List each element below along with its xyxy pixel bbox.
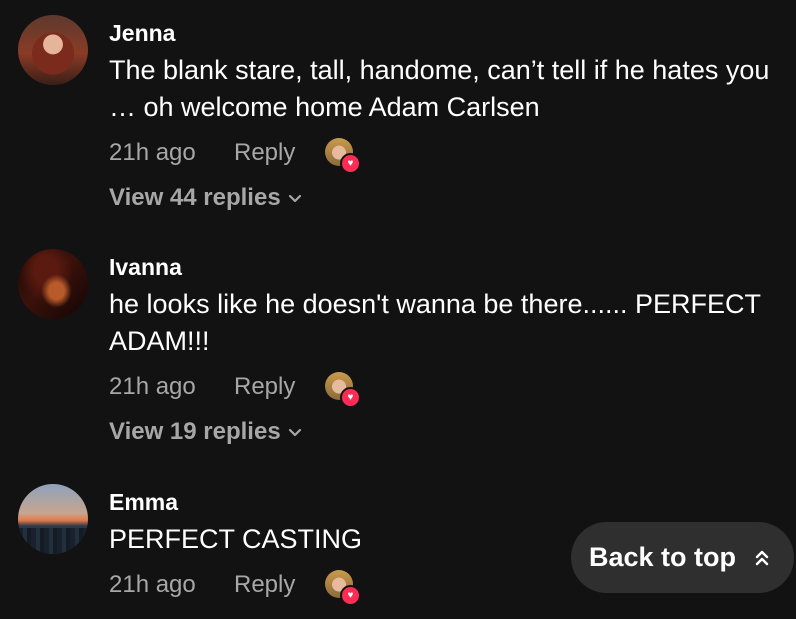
- heart-icon: ♥: [340, 153, 361, 174]
- comment-timestamp: 21h ago: [109, 571, 196, 598]
- avatar[interactable]: [18, 249, 88, 319]
- back-to-top-label: Back to top: [589, 542, 737, 572]
- comment-timestamp: 21h ago: [109, 139, 196, 166]
- chevron-down-icon: [288, 428, 301, 436]
- comment-username[interactable]: Ivanna: [109, 254, 182, 281]
- chevron-down-icon: [288, 194, 301, 202]
- view-replies-button[interactable]: View 19 replies: [109, 418, 303, 446]
- creator-liked-badge: ♥: [325, 570, 361, 606]
- avatar-image: [18, 528, 88, 554]
- comment-text: The blank stare, tall, handome, can’t te…: [109, 55, 770, 122]
- avatar[interactable]: [18, 484, 88, 554]
- reply-button[interactable]: Reply: [234, 373, 295, 401]
- back-to-top-button[interactable]: Back to top: [571, 522, 794, 593]
- comment-username[interactable]: Emma: [109, 489, 178, 516]
- view-replies-button[interactable]: View 44 replies: [109, 184, 303, 212]
- comment-timestamp: 21h ago: [109, 373, 196, 400]
- reply-button[interactable]: Reply: [234, 139, 295, 167]
- creator-liked-badge: ♥: [325, 138, 361, 174]
- double-chevron-up-icon: [755, 550, 769, 566]
- view-replies-label: View 44 replies: [109, 184, 281, 211]
- creator-liked-badge: ♥: [325, 372, 361, 408]
- comment-text: he looks like he doesn't wanna be there.…: [109, 289, 761, 356]
- heart-icon: ♥: [340, 585, 361, 606]
- view-replies-label: View 19 replies: [109, 418, 281, 445]
- comment-username[interactable]: Jenna: [109, 20, 175, 47]
- reply-button[interactable]: Reply: [234, 571, 295, 599]
- avatar[interactable]: [18, 15, 88, 85]
- heart-icon: ♥: [340, 387, 361, 408]
